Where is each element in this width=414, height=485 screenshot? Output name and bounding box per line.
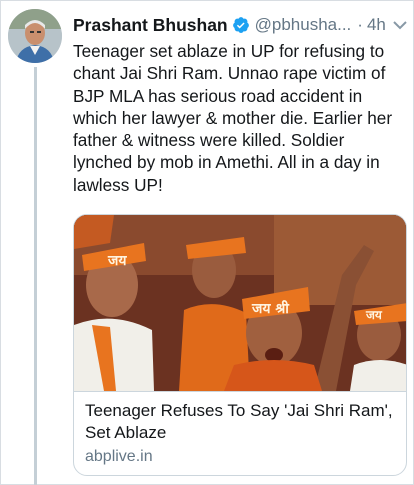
- verified-badge-icon: [232, 17, 249, 33]
- separator-dot: ·: [357, 15, 363, 34]
- tweet-header: Prashant Bhushan @pbhusha... · 4h: [73, 13, 409, 37]
- thread-line: [34, 67, 37, 485]
- card-title[interactable]: Teenager Refuses To Say 'Jai Shri Ram', …: [85, 400, 395, 444]
- tweet[interactable]: Prashant Bhushan @pbhusha... · 4h Teenag…: [0, 0, 414, 485]
- image-text-center: जय श्री: [251, 300, 290, 317]
- image-text-right: जय: [365, 308, 383, 322]
- card-photo: जय जय श्री जय: [74, 215, 406, 391]
- avatar-image: [8, 9, 62, 63]
- tweet-timestamp[interactable]: 4h: [367, 15, 386, 35]
- tweet-text: Teenager set ablaze in UP for refusing t…: [73, 41, 393, 195]
- author-handle[interactable]: @pbhusha...: [255, 15, 352, 35]
- author-name[interactable]: Prashant Bhushan: [73, 15, 228, 36]
- chevron-down-icon[interactable]: [393, 19, 407, 31]
- image-text-left: जय: [107, 253, 127, 269]
- avatar[interactable]: [8, 9, 62, 63]
- card-domain[interactable]: abplive.in: [85, 448, 153, 466]
- card-divider: [74, 391, 406, 392]
- card-image: जय जय श्री जय: [74, 215, 406, 391]
- link-card[interactable]: जय जय श्री जय Teenager Refuses To Say 'J…: [73, 214, 407, 476]
